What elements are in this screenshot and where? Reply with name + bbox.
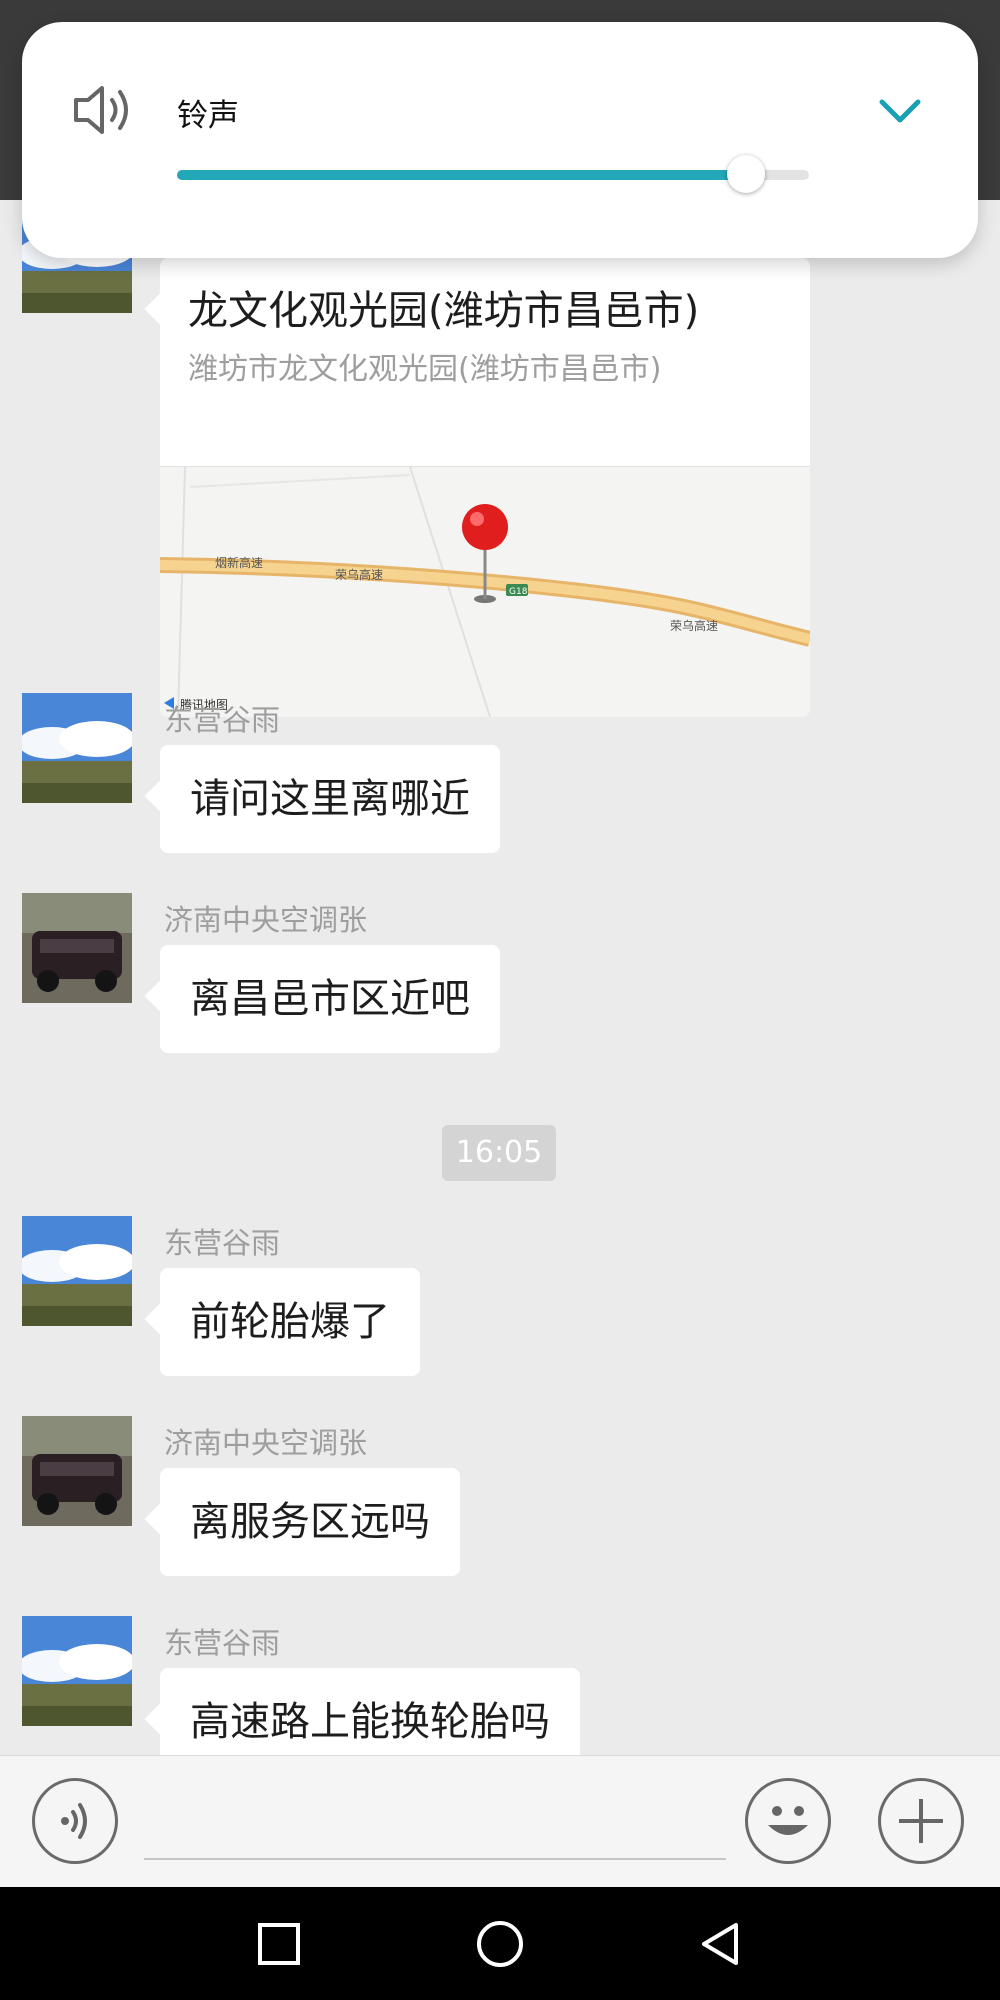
- system-nav-bar: [0, 1887, 1000, 2000]
- location-message-bubble[interactable]: 龙文化观光园(潍坊市昌邑市) 潍坊市龙文化观光园(潍坊市昌邑市) 烟新高速 荣乌…: [160, 258, 810, 717]
- voice-input-icon: [61, 1803, 87, 1839]
- avatar[interactable]: [22, 1216, 132, 1326]
- sender-name: 东营谷雨: [164, 1626, 281, 1660]
- message-input-bar: [0, 1755, 1000, 1888]
- voice-input-button[interactable]: [32, 1778, 118, 1864]
- volume-popup: 铃声: [22, 22, 978, 258]
- highway-shield: G18: [509, 587, 528, 597]
- road-label: 荣乌高速: [670, 618, 718, 633]
- emoji-button[interactable]: [745, 1778, 831, 1864]
- emoji-icon: [768, 1806, 808, 1835]
- sender-name: 东营谷雨: [164, 703, 281, 737]
- volume-slider[interactable]: [177, 155, 809, 193]
- avatar[interactable]: [22, 693, 132, 803]
- home-icon[interactable]: [471, 1915, 529, 1973]
- location-map[interactable]: 烟新高速 荣乌高速 荣乌高速 G18 腾讯地图: [160, 466, 810, 717]
- more-button[interactable]: [878, 1778, 964, 1864]
- volume-stream-label: 铃声: [177, 98, 239, 134]
- back-icon[interactable]: [692, 1915, 750, 1973]
- timestamp: 16:05: [442, 1125, 556, 1181]
- recent-apps-icon[interactable]: [250, 1915, 308, 1973]
- location-address: 潍坊市龙文化观光园(潍坊市昌邑市): [188, 352, 662, 387]
- speaker-icon[interactable]: [70, 80, 140, 140]
- sender-name: 济南中央空调张: [164, 903, 368, 937]
- sender-name: 济南中央空调张: [164, 1426, 368, 1460]
- location-title: 龙文化观光园(潍坊市昌邑市): [188, 288, 700, 334]
- message-text-input[interactable]: [144, 1796, 726, 1860]
- sender-name: 东营谷雨: [164, 1226, 281, 1260]
- chat-messages-area[interactable]: 龙文化观光园(潍坊市昌邑市) 潍坊市龙文化观光园(潍坊市昌邑市) 烟新高速 荣乌…: [0, 200, 1000, 1755]
- map-pin-icon: [462, 504, 508, 550]
- road-label: 荣乌高速: [335, 567, 383, 582]
- message-bubble[interactable]: 离服务区远吗: [160, 1468, 460, 1576]
- volume-slider-fill: [177, 170, 746, 180]
- message-bubble[interactable]: 离昌邑市区近吧: [160, 945, 500, 1053]
- avatar[interactable]: [22, 893, 132, 1003]
- message-bubble[interactable]: 高速路上能换轮胎吗: [160, 1668, 580, 1755]
- message-bubble[interactable]: 请问这里离哪近: [160, 745, 500, 853]
- volume-slider-thumb[interactable]: [726, 155, 765, 193]
- road-label: 烟新高速: [215, 555, 263, 570]
- avatar[interactable]: [22, 1416, 132, 1526]
- plus-icon: [899, 1799, 943, 1843]
- avatar[interactable]: [22, 1616, 132, 1726]
- chevron-down-icon[interactable]: [872, 92, 928, 128]
- message-bubble[interactable]: 前轮胎爆了: [160, 1268, 420, 1376]
